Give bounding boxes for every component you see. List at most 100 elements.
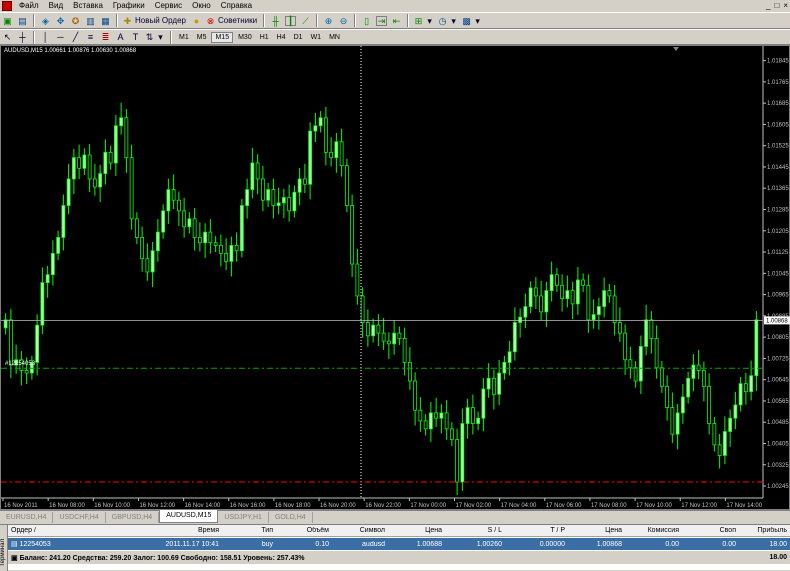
col-tp[interactable]: T / P [505, 527, 568, 534]
candle-body [323, 117, 328, 153]
zoom-in-button[interactable]: ⊕ [322, 14, 335, 27]
menu-window[interactable]: Окно [187, 0, 216, 12]
time-label: 16 Nov 08:00 [49, 503, 85, 509]
auto-scroll-button[interactable]: ⇥ [375, 14, 388, 27]
timeframe-m1[interactable]: M1 [176, 33, 192, 42]
tile-windows-button[interactable]: ▯ [360, 14, 373, 27]
drawing-toolbar: ↖ ┼ │ ─ ╱ ≡ ≣ A T ⇅ ▾ M1 M5 M15 M30 H1 H4… [0, 29, 790, 45]
periods-button[interactable]: ◷ ▾ [437, 14, 459, 27]
candle-body [308, 130, 313, 185]
templates-button[interactable]: ▩ ▾ [461, 14, 483, 27]
restore-button[interactable]: □ [774, 1, 779, 10]
col-commission[interactable]: Комиссия [625, 527, 682, 534]
col-profit[interactable]: Прибыль [739, 527, 790, 534]
price-label: 1.01845 [767, 59, 789, 65]
new-chart-button[interactable]: ▣ [1, 14, 14, 27]
candle-body [82, 154, 87, 169]
col-order[interactable]: Ордер / [8, 527, 136, 534]
candle-body [512, 322, 517, 353]
candle-body [728, 417, 733, 432]
menu-file[interactable]: Файл [14, 0, 44, 12]
timeframe-h1[interactable]: H1 [257, 33, 272, 42]
timeframe-m5[interactable]: M5 [194, 33, 210, 42]
timeframe-d1[interactable]: D1 [291, 33, 306, 42]
zoom-out-button[interactable]: ⊖ [337, 14, 350, 27]
cursor-icon: ↖ [3, 32, 12, 42]
bar-chart-icon: ╫ [272, 15, 279, 26]
time-label: 17 Nov 14:00 [726, 503, 762, 509]
candle-body [113, 125, 118, 164]
terminal-side-strip[interactable]: Терминал [0, 525, 8, 571]
crosshair-button[interactable]: ┼ [16, 31, 29, 44]
horizontal-line-button[interactable]: ─ [54, 31, 67, 44]
menu-insert[interactable]: Вставка [68, 0, 108, 12]
candle-body [229, 245, 234, 262]
vertical-line-button[interactable]: │ [39, 31, 52, 44]
timeframe-m30[interactable]: M30 [235, 33, 255, 42]
time-label: 17 Nov 06:00 [546, 503, 582, 509]
line-chart-button[interactable]: ⟋ [299, 14, 312, 27]
expert-advisors-button[interactable]: ⊗ Советники [205, 14, 259, 27]
minimize-button[interactable]: _ [766, 1, 770, 10]
chart-window[interactable]: 1.01845 1.01765 1.01685 1.01605 1.01525 1.014… [0, 45, 790, 510]
trendline-button[interactable]: ╱ [69, 31, 82, 44]
arrows-button[interactable]: ⇅ ▾ [144, 31, 166, 44]
new-order-button[interactable]: ✚ Новый Ордер [122, 14, 188, 27]
candle-chart-button[interactable]: ┃ [284, 14, 297, 27]
col-sl[interactable]: S / L [445, 527, 505, 534]
menu-tools[interactable]: Сервис [150, 0, 187, 12]
candle-body [318, 117, 323, 127]
time-label: 16 Nov 22:00 [365, 503, 401, 509]
timeframe-mn[interactable]: MN [326, 33, 343, 42]
cursor-button[interactable]: ↖ [1, 31, 14, 44]
metaeditor-button[interactable]: ● [190, 14, 203, 27]
col-swap[interactable]: Своп [682, 527, 739, 534]
col-volume[interactable]: Объём [276, 527, 332, 534]
table-row[interactable]: ▤ 12254053 2011.11.17 10:41 buy 0.10 aud… [8, 538, 790, 550]
timeframe-m15[interactable]: M15 [211, 31, 234, 43]
timeframe-h4[interactable]: H4 [274, 33, 289, 42]
tab-usdchf[interactable]: USDCHF,H4 [53, 512, 106, 523]
close-button[interactable]: × [783, 1, 788, 10]
data-window-button[interactable]: ✥ [54, 14, 67, 27]
menu-view[interactable]: Вид [44, 0, 68, 12]
candle-body [8, 319, 13, 366]
candle-body [35, 324, 40, 363]
channel-icon: ≡ [87, 32, 94, 42]
col-symbol[interactable]: Символ [332, 527, 388, 534]
candle-body [575, 279, 580, 305]
candle-body [134, 218, 139, 238]
menu-charts[interactable]: Графики [108, 0, 150, 12]
market-watch-button[interactable]: ◈ [39, 14, 52, 27]
col-time[interactable]: Время [136, 527, 222, 534]
menu-help[interactable]: Справка [216, 0, 257, 12]
col-type[interactable]: Тип [222, 527, 276, 534]
candle-body [392, 332, 397, 345]
candlestick-chart[interactable]: 1.01845 1.01765 1.01685 1.01605 1.01525 1.014… [1, 46, 790, 511]
col-current-price[interactable]: Цена [568, 527, 625, 534]
tab-audusd[interactable]: AUDUSD,M15 [159, 510, 219, 523]
navigator-button[interactable]: ✪ [69, 14, 82, 27]
candle-body [3, 319, 8, 329]
chart-shift-button[interactable]: ⇤ [390, 14, 403, 27]
candle-body [239, 205, 244, 252]
trendline-icon: ╱ [72, 32, 79, 42]
tab-usdjpy[interactable]: USDJPY,H1 [218, 512, 269, 523]
terminal-button[interactable]: ▥ [84, 14, 97, 27]
profiles-button[interactable]: ▤ [16, 14, 29, 27]
candle-body [596, 306, 601, 315]
channel-button[interactable]: ≡ [84, 31, 97, 44]
candle-body [507, 351, 512, 363]
tab-eurusd[interactable]: EURUSD,H4 [0, 512, 54, 523]
tab-gbpusd[interactable]: GBPUSD,H4 [106, 512, 160, 523]
cell-profit: 18.00 [769, 540, 787, 548]
timeframe-w1[interactable]: W1 [308, 33, 325, 42]
indicators-button[interactable]: ⊞ ▾ [413, 14, 435, 27]
fibonacci-button[interactable]: ≣ [99, 31, 112, 44]
text-label-button[interactable]: T [129, 31, 142, 44]
bar-chart-button[interactable]: ╫ [269, 14, 282, 27]
tab-gold[interactable]: GOLD,H4 [269, 512, 313, 523]
col-price[interactable]: Цена [388, 527, 445, 534]
text-button[interactable]: A [114, 31, 127, 44]
tester-button[interactable]: ▦ [99, 14, 112, 27]
